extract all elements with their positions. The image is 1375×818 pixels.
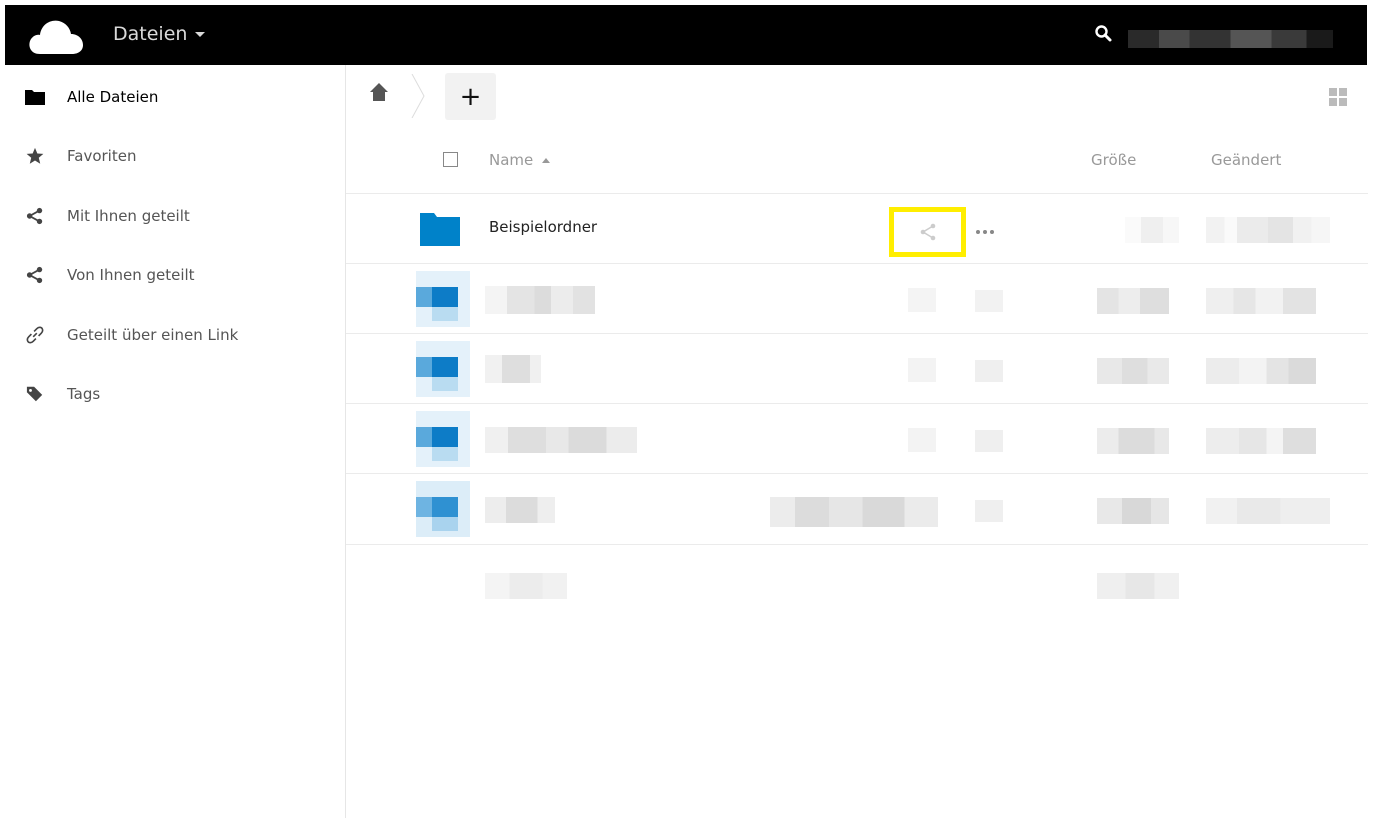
sidebar-item-label: Tags bbox=[67, 385, 101, 403]
cloud-icon[interactable] bbox=[28, 16, 84, 56]
column-header-size[interactable]: Größe bbox=[1091, 151, 1136, 169]
redacted-share bbox=[908, 428, 936, 452]
sidebar-item-label: Favoriten bbox=[67, 147, 137, 165]
sidebar-item-shared-with-you[interactable]: Mit Ihnen geteilt bbox=[5, 196, 345, 236]
divider bbox=[346, 403, 1368, 404]
divider bbox=[346, 263, 1368, 264]
sidebar-item-label: Geteilt über einen Link bbox=[67, 326, 239, 344]
redacted-modified bbox=[1206, 498, 1330, 524]
redacted-modified bbox=[1206, 217, 1330, 243]
folder-icon[interactable] bbox=[420, 213, 460, 246]
sidebar-item-favorites[interactable]: Favoriten bbox=[5, 136, 345, 176]
more-icon[interactable] bbox=[975, 229, 995, 235]
sidebar-item-label: Mit Ihnen geteilt bbox=[67, 207, 190, 225]
navigation-sidebar: Alle Dateien Favoriten Mit Ihnen geteilt… bbox=[5, 65, 346, 818]
divider bbox=[346, 473, 1368, 474]
redacted-thumbnail[interactable] bbox=[416, 411, 470, 467]
caret-down-icon bbox=[195, 31, 206, 37]
redacted-more bbox=[975, 290, 1003, 312]
redacted-modified bbox=[1206, 288, 1316, 314]
redacted-share bbox=[908, 358, 936, 382]
redacted-more bbox=[975, 430, 1003, 452]
sidebar-item-shared-by-you[interactable]: Von Ihnen geteilt bbox=[5, 255, 345, 295]
redacted-thumbnail[interactable] bbox=[416, 341, 470, 397]
divider bbox=[346, 544, 1368, 545]
redacted-text bbox=[770, 497, 938, 527]
redacted-size bbox=[1097, 428, 1169, 454]
link-icon bbox=[25, 325, 45, 345]
file-name[interactable]: Beispielordner bbox=[489, 218, 597, 236]
redacted-size bbox=[1125, 217, 1179, 243]
sort-ascending-icon bbox=[542, 157, 551, 163]
column-header-name[interactable]: Name bbox=[489, 151, 551, 169]
redacted-summary-count bbox=[485, 573, 567, 599]
top-header: Dateien bbox=[5, 5, 1367, 65]
redacted-modified bbox=[1206, 358, 1316, 384]
sidebar-item-tags[interactable]: Tags bbox=[5, 374, 345, 414]
new-file-button[interactable]: + bbox=[445, 73, 496, 120]
column-name-label: Name bbox=[489, 151, 534, 169]
redacted-filename bbox=[485, 427, 637, 453]
redacted-thumbnail[interactable] bbox=[416, 481, 470, 537]
divider bbox=[346, 333, 1368, 334]
grid-view-icon[interactable] bbox=[1328, 87, 1348, 107]
share-icon bbox=[920, 223, 935, 241]
home-icon[interactable] bbox=[369, 82, 389, 102]
share-button[interactable] bbox=[889, 207, 966, 257]
star-icon bbox=[25, 146, 45, 166]
search-icon[interactable] bbox=[1094, 24, 1114, 44]
redacted-more bbox=[975, 500, 1003, 522]
sidebar-item-all-files[interactable]: Alle Dateien bbox=[5, 77, 345, 117]
folder-icon bbox=[25, 87, 45, 107]
column-header-modified[interactable]: Geändert bbox=[1211, 151, 1281, 169]
redacted-size bbox=[1097, 498, 1169, 524]
user-info-redacted[interactable] bbox=[1128, 30, 1333, 48]
app-menu-button[interactable]: Dateien bbox=[113, 23, 206, 45]
redacted-thumbnail[interactable] bbox=[416, 271, 470, 327]
sidebar-item-label: Alle Dateien bbox=[67, 88, 159, 106]
redacted-size bbox=[1097, 288, 1169, 314]
divider bbox=[346, 193, 1368, 194]
tag-icon bbox=[25, 384, 45, 404]
redacted-filename bbox=[485, 497, 555, 523]
sidebar-item-shared-by-link[interactable]: Geteilt über einen Link bbox=[5, 315, 345, 355]
redacted-size bbox=[1097, 358, 1169, 384]
app-name: Dateien bbox=[113, 23, 188, 45]
sidebar-item-label: Von Ihnen geteilt bbox=[67, 266, 195, 284]
select-all-checkbox[interactable] bbox=[443, 152, 458, 167]
redacted-summary-size bbox=[1097, 573, 1179, 599]
redacted-filename bbox=[485, 286, 595, 314]
redacted-more bbox=[975, 360, 1003, 382]
share-icon bbox=[25, 206, 45, 226]
redacted-modified bbox=[1206, 428, 1316, 454]
share-icon bbox=[25, 265, 45, 285]
breadcrumb-separator bbox=[411, 74, 425, 118]
redacted-filename bbox=[485, 355, 541, 383]
redacted-share bbox=[908, 288, 936, 312]
